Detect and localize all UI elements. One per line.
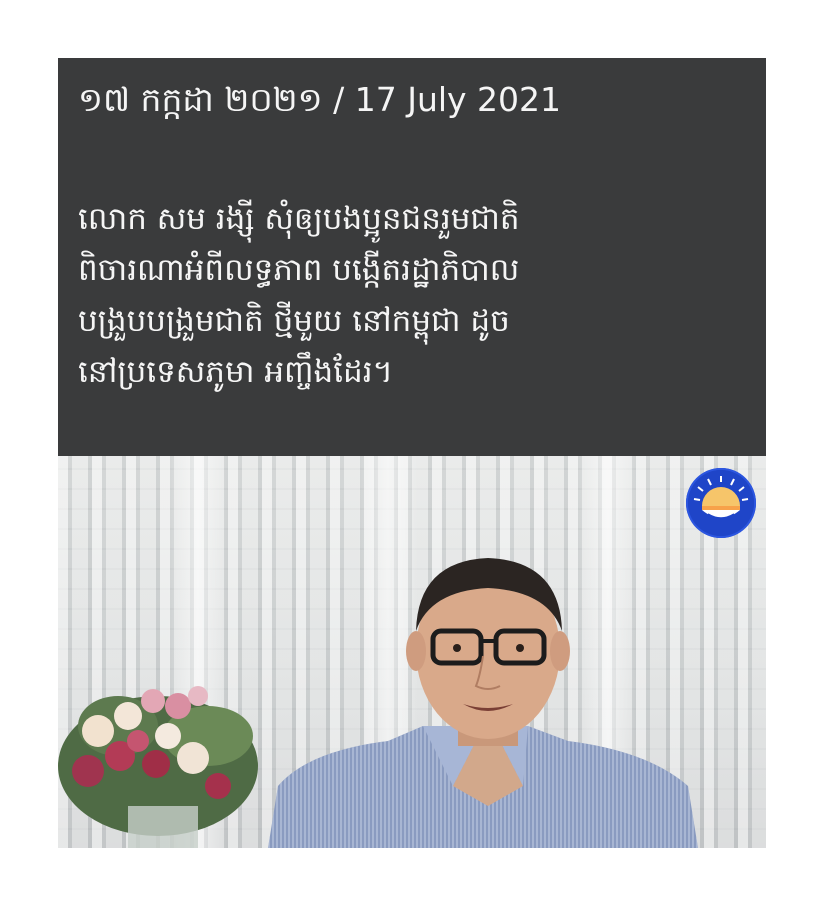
news-post-card: ១៧ កក្កដា ២០២១ / 17 July 2021 លោក សម រង្… xyxy=(58,58,766,848)
caption-panel: ១៧ កក្កដា ២០២១ / 17 July 2021 លោក សម រង្… xyxy=(58,58,766,456)
speaker-photo xyxy=(58,456,766,848)
party-sun-logo-icon xyxy=(686,468,756,538)
headline-line: លោក សម រង្ស៊ី សុំឲ្យបងប្អូនជនរួមជាតិ xyxy=(78,201,520,237)
headline-line: ពិចារណាអំពីលទ្ធភាព បង្កើតរដ្ឋាភិបាល xyxy=(78,252,520,288)
flower-bouquet xyxy=(58,646,268,848)
headline-line: បង្រួបបង្រួមជាតិ ថ្មីមួយ នៅកម្ពុជា ដូច xyxy=(78,303,510,339)
speaker-figure xyxy=(248,536,718,848)
post-date: ១៧ កក្កដា ២០២១ / 17 July 2021 xyxy=(78,80,562,119)
post-headline: លោក សម រង្ស៊ី សុំឲ្យបងប្អូនជនរួមជាតិ ពិច… xyxy=(78,194,758,398)
headline-line: នៅប្រទេសភូមា អញ្ចឹងដែរ។ xyxy=(78,354,394,390)
